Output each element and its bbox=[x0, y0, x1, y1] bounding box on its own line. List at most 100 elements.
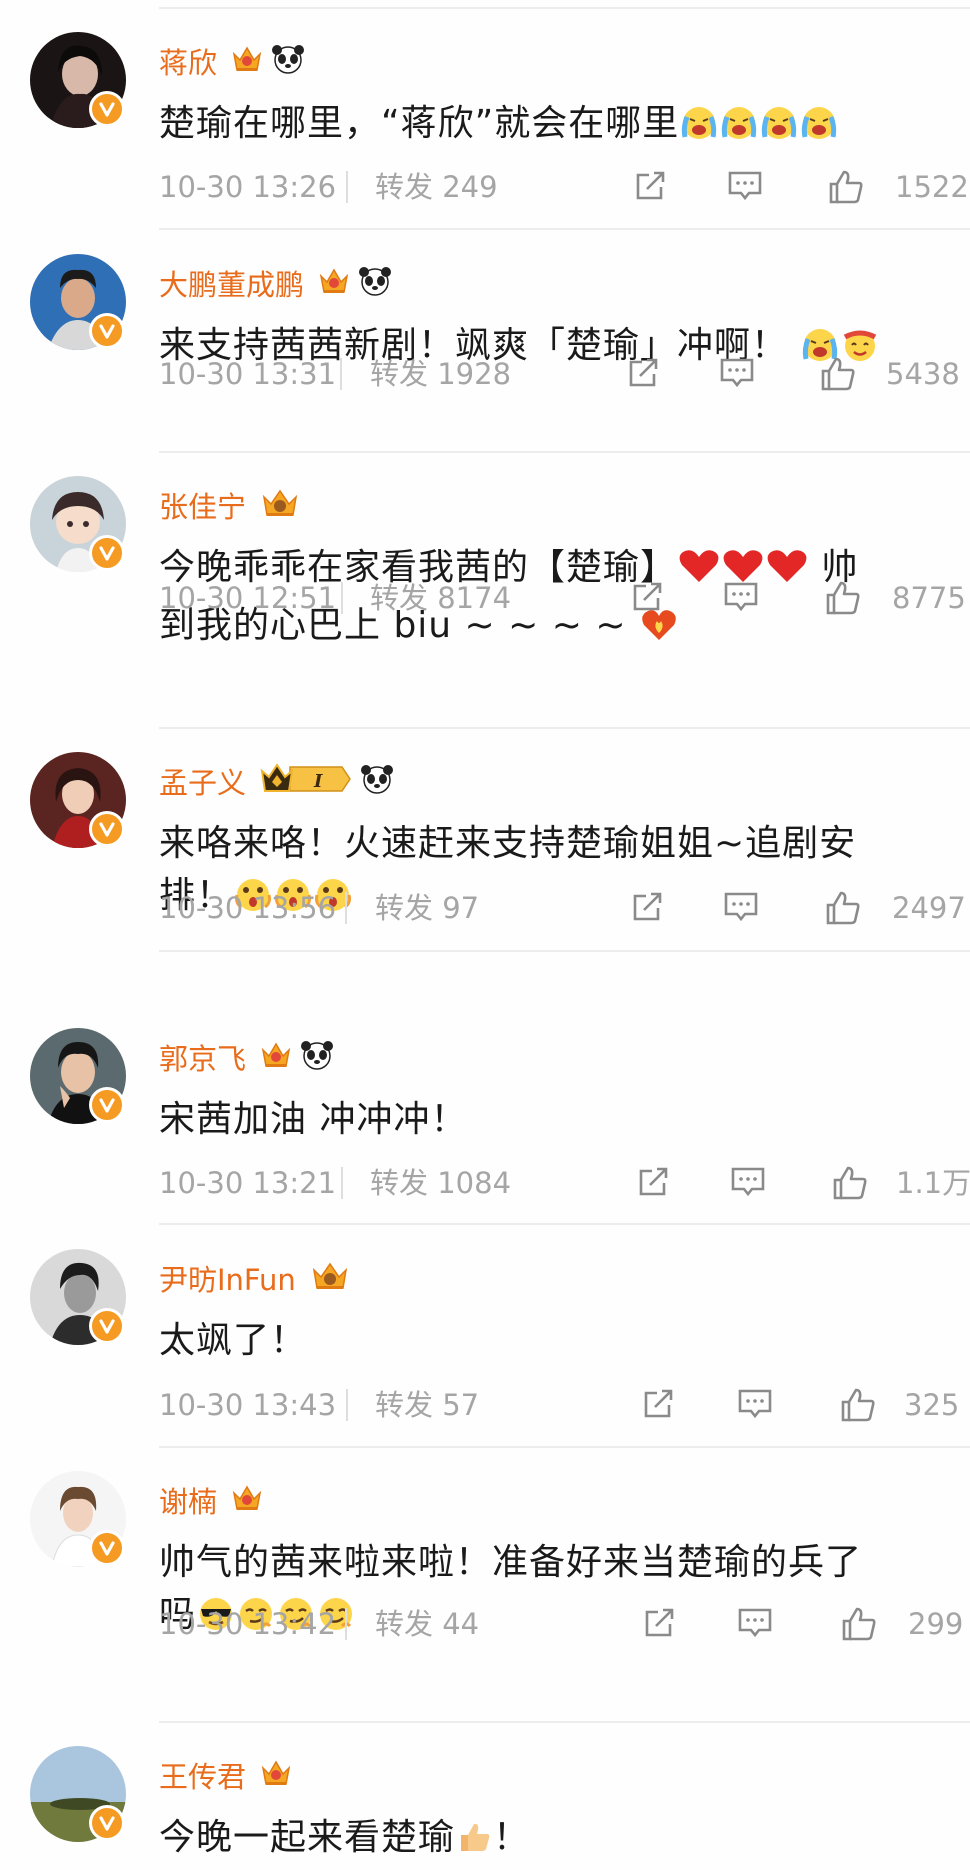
comment-divider bbox=[159, 950, 970, 952]
crying-laugh-emoji-icon bbox=[679, 104, 719, 156]
meta-separator bbox=[341, 1167, 343, 1199]
level-label: I bbox=[313, 771, 323, 792]
comment-text: 今晚一起来看楚瑜！ bbox=[159, 1812, 939, 1870]
like-count: 1.1万 bbox=[896, 1166, 970, 1200]
crown-badge-icon bbox=[310, 1260, 350, 1296]
like-count: 5438 bbox=[886, 357, 960, 391]
comment-icon[interactable] bbox=[737, 1387, 773, 1425]
share-icon[interactable] bbox=[642, 1606, 678, 1644]
verified-badge-icon bbox=[89, 811, 125, 847]
like-count: 2497 bbox=[892, 891, 966, 925]
like-icon[interactable] bbox=[824, 580, 862, 620]
like-icon[interactable] bbox=[839, 1387, 877, 1427]
repost-button[interactable]: 转发 97 bbox=[375, 886, 479, 930]
repost-button[interactable]: 转发 57 bbox=[375, 1383, 479, 1427]
crying-laugh-emoji-icon bbox=[799, 104, 839, 156]
verified-badge-icon bbox=[89, 1805, 125, 1841]
like-icon[interactable] bbox=[831, 1165, 869, 1205]
like-count: 325 bbox=[904, 1388, 960, 1422]
comment-divider bbox=[159, 1721, 970, 1723]
comment-text: 宋茜加油 冲冲冲！ bbox=[159, 1099, 468, 1140]
meta-separator bbox=[345, 1608, 347, 1640]
username[interactable]: 王传君 bbox=[159, 1754, 246, 1796]
comment-meta: 10-30 13:31 转发 1928 5438 bbox=[159, 352, 960, 396]
comment-divider bbox=[159, 727, 970, 729]
username[interactable]: 郭京飞 bbox=[159, 1036, 246, 1078]
comment-divider bbox=[159, 1223, 970, 1225]
panda-badge-icon bbox=[360, 763, 394, 799]
top-divider bbox=[159, 7, 970, 9]
comment-divider bbox=[159, 228, 970, 230]
crown-badge-icon bbox=[260, 487, 300, 523]
username[interactable]: 孟子义 bbox=[159, 760, 246, 802]
comment-text: 太飒了！ bbox=[159, 1320, 308, 1361]
comment-icon[interactable] bbox=[727, 169, 763, 207]
like-count: 8775 bbox=[892, 581, 966, 615]
share-icon[interactable] bbox=[641, 1387, 677, 1425]
verified-badge-icon bbox=[89, 1530, 125, 1566]
crown-badge-icon bbox=[260, 1758, 292, 1792]
username[interactable]: 谢楠 bbox=[159, 1479, 217, 1521]
share-icon[interactable] bbox=[630, 890, 666, 928]
repost-button[interactable]: 转发 1928 bbox=[370, 352, 511, 396]
timestamp: 10-30 13:26 bbox=[159, 170, 337, 204]
repost-button[interactable]: 转发 8174 bbox=[370, 576, 511, 620]
panda-badge-icon bbox=[300, 1039, 334, 1075]
timestamp: 10-30 13:31 bbox=[159, 357, 337, 391]
share-icon[interactable] bbox=[626, 356, 662, 394]
comment-divider bbox=[159, 1446, 970, 1448]
comment-meta: 10-30 13:56 转发 97 2497 bbox=[159, 886, 966, 930]
like-count: 299 bbox=[908, 1607, 964, 1641]
comment-meta: 10-30 13:21 转发 1084 1.1万 bbox=[159, 1161, 970, 1205]
comment-divider bbox=[159, 451, 970, 453]
comment-icon[interactable] bbox=[719, 356, 755, 394]
timestamp: 10-30 12:51 bbox=[159, 581, 337, 615]
verified-badge-icon bbox=[89, 91, 125, 127]
repost-button[interactable]: 转发 1084 bbox=[370, 1161, 511, 1205]
timestamp: 10-30 13:21 bbox=[159, 1166, 337, 1200]
comment-meta-row: 10-30 12:51 转发 8174 8775 bbox=[159, 576, 966, 620]
verified-badge-icon bbox=[89, 313, 125, 349]
meta-separator bbox=[341, 582, 343, 614]
crying-laugh-emoji-icon bbox=[759, 104, 799, 156]
crown-badge-icon bbox=[260, 1040, 292, 1074]
timestamp: 10-30 13:56 bbox=[159, 891, 337, 925]
username[interactable]: 蒋欣 bbox=[159, 40, 217, 82]
comment-icon[interactable] bbox=[730, 1165, 766, 1203]
share-icon[interactable] bbox=[630, 580, 666, 618]
crown-badge-icon bbox=[318, 266, 350, 300]
comment-text: 楚瑜在哪里，“蒋欣”就会在哪里 bbox=[159, 98, 939, 156]
username[interactable]: 张佳宁 bbox=[159, 484, 246, 526]
timestamp: 10-30 13:42 bbox=[159, 1607, 337, 1641]
crown-badge-icon bbox=[231, 44, 263, 78]
comment-icon[interactable] bbox=[723, 890, 759, 928]
username[interactable]: 尹昉InFun bbox=[159, 1257, 296, 1299]
repost-button[interactable]: 转发 44 bbox=[375, 1602, 479, 1646]
comment-icon[interactable] bbox=[723, 580, 759, 618]
like-icon[interactable] bbox=[827, 169, 865, 209]
like-icon[interactable] bbox=[819, 356, 857, 396]
panda-badge-icon bbox=[271, 43, 305, 79]
like-icon[interactable] bbox=[840, 1606, 878, 1646]
comment-icon[interactable] bbox=[737, 1606, 773, 1644]
crown-level-badge-icon: I bbox=[260, 762, 352, 800]
meta-separator bbox=[346, 1389, 348, 1421]
meta-separator bbox=[345, 892, 347, 924]
thumbs-up-emoji-icon bbox=[455, 1818, 493, 1870]
crown-badge-icon bbox=[231, 1483, 263, 1517]
meta-separator bbox=[340, 358, 342, 390]
like-icon[interactable] bbox=[824, 890, 862, 930]
timestamp: 10-30 13:43 bbox=[159, 1388, 337, 1422]
meta-separator bbox=[346, 171, 348, 203]
like-count: 1522 bbox=[895, 170, 969, 204]
share-icon[interactable] bbox=[636, 1165, 672, 1203]
verified-badge-icon bbox=[89, 1308, 125, 1344]
verified-badge-icon bbox=[89, 535, 125, 571]
panda-badge-icon bbox=[358, 265, 392, 301]
repost-button[interactable]: 转发 249 bbox=[375, 165, 498, 209]
comment-meta: 10-30 13:26 转发 249 1522 bbox=[159, 165, 969, 209]
comment-meta: 10-30 13:43 转发 57 325 bbox=[159, 1383, 959, 1427]
comment-meta: 10-30 13:42 转发 44 299 bbox=[159, 1602, 963, 1646]
share-icon[interactable] bbox=[633, 169, 669, 207]
username[interactable]: 大鹏董成鹏 bbox=[159, 262, 304, 304]
